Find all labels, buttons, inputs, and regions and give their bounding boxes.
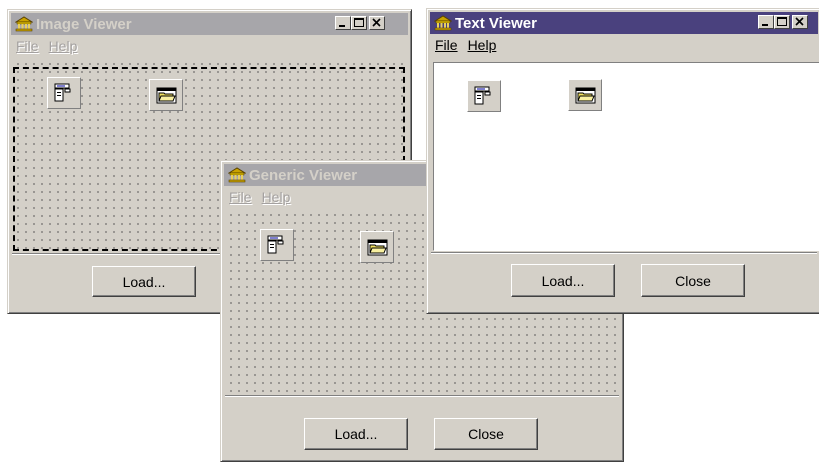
text-document-component-icon — [267, 235, 284, 254]
window-title: Image Viewer — [36, 15, 132, 33]
museum-building-icon — [228, 167, 246, 183]
menu-help-label: Help — [48, 38, 78, 54]
folder-component-button[interactable] — [149, 79, 183, 111]
text-document-component-icon — [474, 86, 491, 105]
image-viewer-titlebar[interactable]: Image Viewer — [11, 13, 408, 35]
caption-buttons — [758, 15, 808, 29]
menu-help[interactable]: Help — [49, 38, 78, 54]
open-folder-icon — [156, 87, 177, 104]
menu-bar: File Help — [225, 187, 296, 207]
text-viewer-titlebar[interactable]: Text Viewer — [430, 12, 818, 34]
menu-file-label: File — [435, 37, 458, 53]
separator — [225, 395, 619, 396]
close-button[interactable] — [792, 15, 808, 29]
text-component-button[interactable] — [47, 77, 81, 109]
open-folder-icon — [575, 87, 596, 104]
menu-bar: File Help — [431, 35, 502, 55]
minimize-icon — [339, 25, 345, 27]
menu-file[interactable]: File — [229, 189, 252, 205]
window-title: Generic Viewer — [249, 166, 358, 184]
menu-help-label: Help — [467, 37, 497, 53]
close-button[interactable]: Close — [641, 264, 745, 297]
menu-file[interactable]: File — [16, 38, 39, 54]
load-button[interactable]: Load... — [92, 266, 196, 297]
menu-file-label: File — [16, 38, 39, 54]
text-document-component-icon — [54, 83, 71, 102]
window-title: Text Viewer — [455, 14, 537, 32]
text-component-button[interactable] — [260, 229, 294, 261]
minimize-button[interactable] — [758, 15, 774, 29]
text-viewer-window: Text Viewer File Help Load... Close — [426, 8, 819, 314]
menu-help-label: Help — [261, 189, 291, 205]
menu-bar: File Help — [12, 36, 83, 56]
menu-help[interactable]: Help — [262, 189, 291, 205]
close-button[interactable]: Close — [434, 418, 538, 450]
open-folder-icon — [367, 239, 388, 256]
maximize-icon — [777, 17, 787, 26]
maximize-button[interactable] — [351, 16, 367, 30]
menu-file[interactable]: File — [435, 37, 458, 53]
load-button[interactable]: Load... — [511, 264, 615, 297]
folder-component-button[interactable] — [568, 79, 602, 111]
menu-help[interactable]: Help — [468, 37, 497, 53]
separator — [431, 252, 817, 253]
close-button[interactable] — [369, 16, 385, 30]
folder-component-button[interactable] — [360, 231, 394, 263]
minimize-icon — [762, 24, 768, 26]
minimize-button[interactable] — [335, 16, 351, 30]
caption-buttons — [335, 16, 385, 30]
close-icon — [372, 18, 381, 27]
museum-building-icon — [15, 16, 33, 32]
load-button[interactable]: Load... — [304, 418, 408, 450]
museum-building-icon — [434, 15, 452, 31]
menu-file-label: File — [229, 189, 252, 205]
close-icon — [795, 17, 804, 26]
maximize-button[interactable] — [774, 15, 790, 29]
maximize-icon — [354, 18, 364, 27]
text-component-button[interactable] — [467, 80, 501, 112]
